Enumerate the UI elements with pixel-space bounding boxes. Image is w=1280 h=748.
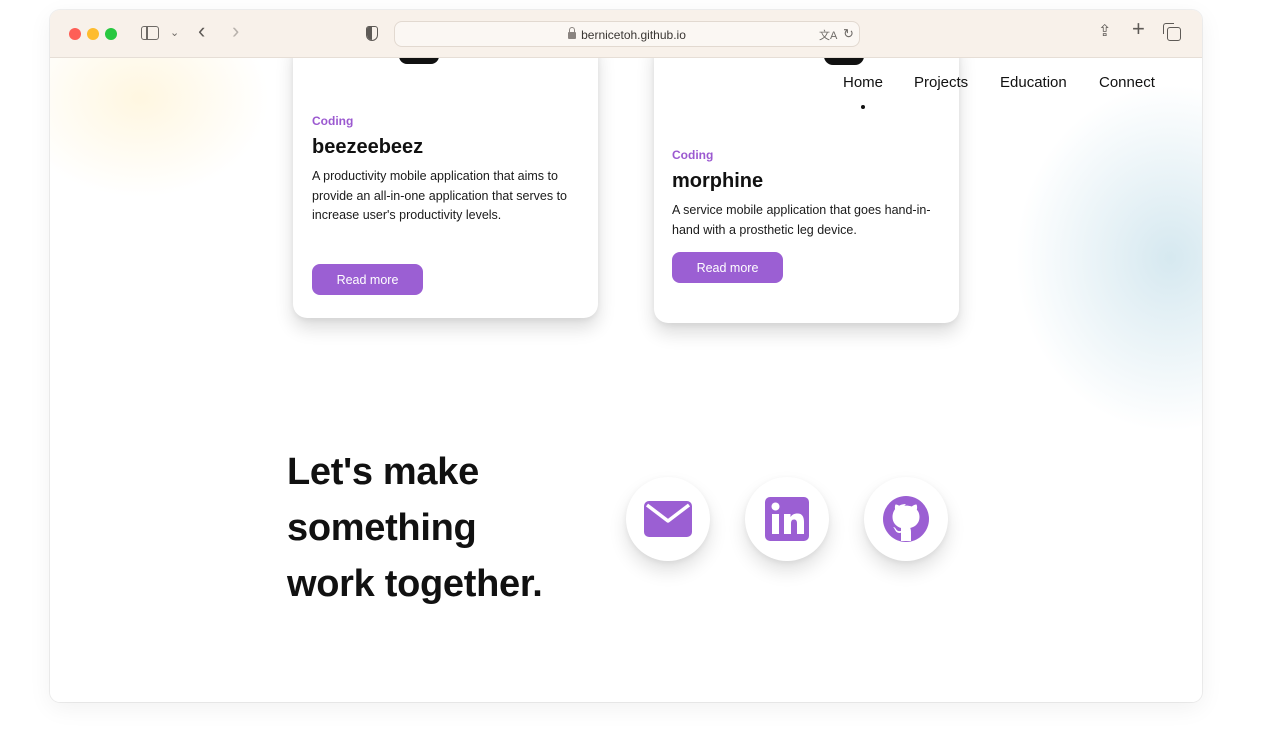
project-tag: Coding bbox=[312, 114, 354, 128]
read-more-button[interactable]: Read more bbox=[312, 264, 423, 295]
project-image bbox=[399, 58, 439, 64]
github-link[interactable] bbox=[864, 477, 948, 561]
chevron-down-icon[interactable]: ⌄ bbox=[170, 25, 179, 41]
page-content: Coding beezeebeez A productivity mobile … bbox=[50, 58, 1202, 702]
heading-line: work together. bbox=[287, 563, 543, 605]
nav-projects[interactable]: Projects bbox=[914, 74, 968, 91]
forward-icon[interactable]: › bbox=[232, 20, 239, 42]
project-title: beezeebeez bbox=[312, 136, 424, 158]
nav-connect[interactable]: Connect bbox=[1099, 74, 1155, 91]
nav-education[interactable]: Education bbox=[1000, 74, 1067, 91]
privacy-shield-icon[interactable] bbox=[366, 26, 378, 41]
project-title: morphine bbox=[672, 170, 764, 192]
address-bar[interactable]: bernicetoh.github.io 文A ↻ bbox=[394, 21, 860, 47]
share-icon[interactable]: ⇪ bbox=[1098, 24, 1111, 40]
project-description: A productivity mobile application that a… bbox=[312, 169, 568, 222]
project-image bbox=[824, 58, 864, 65]
sidebar-toggle-icon[interactable] bbox=[141, 26, 159, 40]
back-icon[interactable]: ‹ bbox=[198, 20, 205, 42]
address-text: bernicetoh.github.io bbox=[395, 27, 859, 42]
url-text: bernicetoh.github.io bbox=[581, 28, 686, 42]
project-card: Coding beezeebeez A productivity mobile … bbox=[293, 58, 598, 318]
active-nav-indicator bbox=[861, 105, 865, 109]
minimize-window-button[interactable] bbox=[87, 28, 99, 40]
connect-heading: Let's make something work together. bbox=[287, 444, 543, 612]
maximize-window-button[interactable] bbox=[105, 28, 117, 40]
close-window-button[interactable] bbox=[69, 28, 81, 40]
linkedin-link[interactable] bbox=[745, 477, 829, 561]
browser-window: ⌄ ‹ › bernicetoh.github.io 文A ↻ ⇪ + Codi… bbox=[50, 10, 1202, 702]
mail-icon bbox=[644, 501, 692, 537]
project-description: A service mobile application that goes h… bbox=[672, 203, 931, 237]
background-glow bbox=[50, 58, 270, 198]
heading-line: Let's make bbox=[287, 451, 479, 493]
background-glow bbox=[1010, 78, 1202, 438]
nav-home[interactable]: Home bbox=[843, 74, 883, 91]
linkedin-icon bbox=[765, 497, 809, 541]
heading-line: something bbox=[287, 507, 477, 549]
new-tab-icon[interactable]: + bbox=[1132, 18, 1145, 40]
lock-icon bbox=[568, 27, 577, 39]
tab-overview-icon[interactable] bbox=[1163, 23, 1181, 41]
translate-icon[interactable]: 文A bbox=[819, 27, 837, 43]
reload-icon[interactable]: ↻ bbox=[843, 26, 854, 42]
project-tag: Coding bbox=[672, 148, 714, 162]
browser-toolbar: ⌄ ‹ › bernicetoh.github.io 文A ↻ ⇪ + bbox=[50, 10, 1202, 58]
project-card: Coding morphine A service mobile applica… bbox=[654, 58, 959, 323]
email-link[interactable] bbox=[626, 477, 710, 561]
read-more-button[interactable]: Read more bbox=[672, 252, 783, 283]
github-icon bbox=[883, 496, 929, 542]
